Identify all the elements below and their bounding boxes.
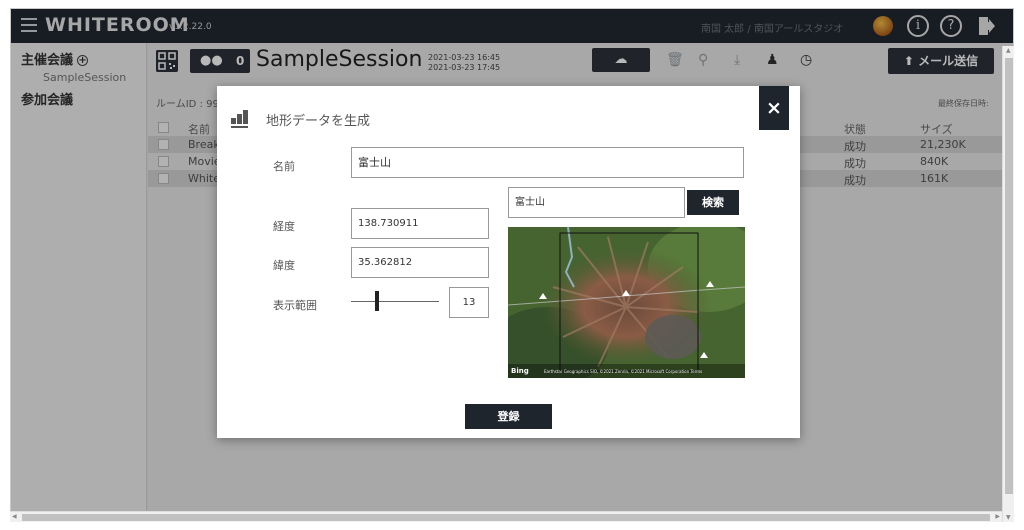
name-label: 名前 xyxy=(273,160,295,173)
horizontal-scroll-thumb[interactable] xyxy=(22,514,990,521)
map-imagery xyxy=(508,227,745,378)
scroll-left-icon[interactable]: ◀ xyxy=(12,513,17,520)
name-input[interactable]: 富士山 xyxy=(351,147,744,178)
scroll-up-icon[interactable]: ▲ xyxy=(1006,47,1011,54)
range-value[interactable]: 13 xyxy=(449,287,489,318)
vertical-scroll-thumb[interactable] xyxy=(1005,58,1013,494)
longitude-label: 経度 xyxy=(273,220,295,233)
dialog-title: 地形データを生成 xyxy=(266,114,371,129)
terrain-dialog: 地形データを生成 × 名前 富士山 富士山 検索 経度 138.730911 緯… xyxy=(217,86,800,438)
latitude-label: 緯度 xyxy=(273,259,295,272)
latitude-input[interactable]: 35.362812 xyxy=(351,247,489,278)
map-copyright: Earthstar Geographics SIO, ©2021 Zenrin,… xyxy=(544,369,703,374)
terrain-data-icon xyxy=(231,110,248,128)
register-button[interactable]: 登録 xyxy=(465,404,552,429)
horizontal-scrollbar[interactable]: ◀ ▶ xyxy=(10,511,1002,522)
app-window: WHITEROOM v1.2.22.0 南国 太郎 / 南国アールスタジオ i … xyxy=(10,8,1014,522)
screen: WHITEROOM v1.2.22.0 南国 太郎 / 南国アールスタジオ i … xyxy=(0,0,1024,530)
range-label: 表示範囲 xyxy=(273,299,317,312)
satellite-map[interactable]: Bing Earthstar Geographics SIO, ©2021 Ze… xyxy=(508,227,745,378)
vertical-scrollbar[interactable]: ▲ ▼ xyxy=(1002,46,1014,522)
scroll-down-icon[interactable]: ▼ xyxy=(1006,514,1011,521)
longitude-input[interactable]: 138.730911 xyxy=(351,208,489,239)
bing-logo: Bing xyxy=(511,367,529,375)
close-button[interactable]: × xyxy=(759,86,789,130)
range-slider-thumb[interactable] xyxy=(375,291,379,311)
map-attribution: Bing Earthstar Geographics SIO, ©2021 Ze… xyxy=(508,364,745,378)
location-search-input[interactable]: 富士山 xyxy=(508,187,685,218)
search-button[interactable]: 検索 xyxy=(687,190,739,215)
scroll-right-icon[interactable]: ▶ xyxy=(995,513,1000,520)
range-slider-track[interactable] xyxy=(351,301,439,302)
